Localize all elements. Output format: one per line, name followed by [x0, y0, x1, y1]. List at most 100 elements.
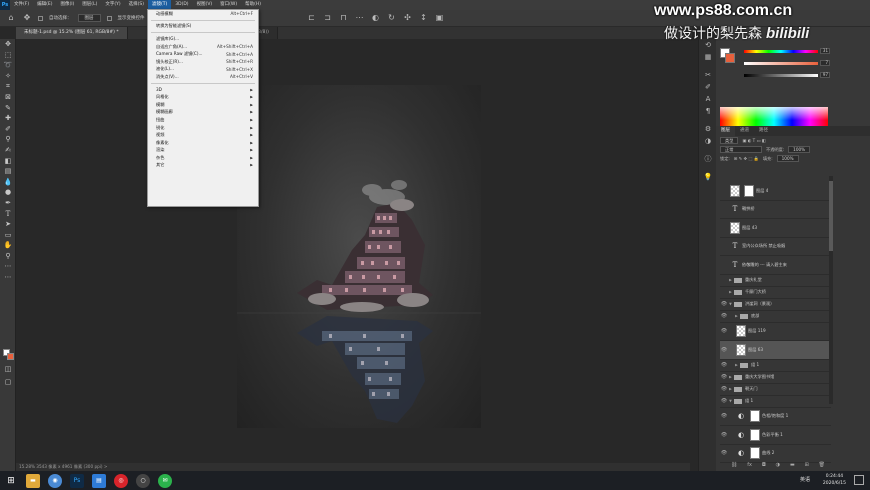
visibility-eye-icon[interactable]: 👁	[720, 386, 728, 392]
align-left-icon[interactable]: ⊏	[307, 13, 317, 23]
3d-orbit-icon[interactable]: ◐	[371, 13, 381, 23]
lasso-tool-icon[interactable]: ➰	[0, 60, 16, 71]
quick-mask-icon[interactable]: ◫	[0, 364, 16, 375]
pen-tool-icon[interactable]: ✒	[0, 198, 16, 209]
layer-mask-thumbnail[interactable]	[750, 447, 760, 460]
app-circle-icon[interactable]: ○	[136, 473, 150, 488]
file-explorer-icon[interactable]: ▬	[26, 473, 40, 488]
expand-arrow-icon[interactable]: ▶	[728, 290, 733, 294]
rectangle-tool-icon[interactable]: ▭	[0, 230, 16, 241]
tab-paths[interactable]: 路径	[754, 126, 773, 136]
blend-mode-dropdown[interactable]: 正常	[720, 146, 762, 153]
visibility-eye-icon[interactable]: 👁	[720, 347, 728, 353]
gradient-tool-icon[interactable]: ▤	[0, 166, 16, 177]
layer-style-icon[interactable]: fx	[747, 462, 752, 470]
layer-row[interactable]: 👁 ▶ 底部	[720, 311, 831, 323]
show-transform-checkbox[interactable]	[106, 15, 112, 21]
filter-menu-item[interactable]: 液化(L)... Shift+Ctrl+X	[148, 66, 258, 74]
brightness-value[interactable]: 97	[820, 72, 830, 78]
tools-preset-icon[interactable]: ✂	[699, 69, 717, 81]
move-tool-icon[interactable]: ✥	[0, 39, 16, 50]
saturation-value[interactable]: 7	[820, 60, 830, 66]
frame-tool-icon[interactable]: ⊠	[0, 92, 16, 103]
filter-menu-item[interactable]: 其它 ▶	[148, 162, 258, 170]
wechat-icon[interactable]: ✉	[158, 473, 172, 488]
lock-icons[interactable]: ⊞ ✎ ✥ ⬚ 🔒	[734, 156, 759, 162]
system-clock[interactable]: 0:24:44 2020/6/15	[823, 473, 846, 487]
blur-tool-icon[interactable]: 💧	[0, 177, 16, 188]
filter-menu-item[interactable]: 扭曲 ▶	[148, 116, 258, 124]
layer-row[interactable]: 👁 ◐ 色相/饱和度 1	[720, 408, 831, 426]
hue-value[interactable]: 31	[820, 48, 830, 54]
opacity-input[interactable]: 100%	[788, 146, 811, 153]
expand-arrow-icon[interactable]: ▶	[734, 363, 739, 367]
fill-input[interactable]: 100%	[776, 155, 799, 162]
tab-channels[interactable]: 通道	[735, 126, 754, 136]
filter-menu-item[interactable]: 像素化 ▶	[148, 139, 258, 147]
filter-menu-item[interactable]: 模糊画廊 ▶	[148, 109, 258, 117]
3d-rotate-icon[interactable]: ↻	[387, 13, 397, 23]
move-tool-icon[interactable]: ✥	[22, 13, 32, 23]
filter-menu-item[interactable]: 锐化 ▶	[148, 124, 258, 132]
brush-tool-icon[interactable]: ✐	[0, 124, 16, 135]
crop-tool-icon[interactable]: ⌗	[0, 81, 16, 92]
delete-layer-icon[interactable]: 🗑	[819, 462, 825, 470]
more-tools-icon[interactable]: ⋯	[0, 261, 16, 272]
edit-toolbar-icon[interactable]: ⋯	[0, 272, 16, 283]
history-brush-tool-icon[interactable]: ✍	[0, 145, 16, 156]
visibility-eye-icon[interactable]: 👁	[720, 374, 728, 380]
character-panel-icon[interactable]: A	[699, 93, 717, 105]
dodge-tool-icon[interactable]: ●	[0, 187, 16, 198]
document-canvas[interactable]	[237, 85, 481, 428]
menu-4[interactable]: 文字(Y)	[101, 0, 124, 10]
home-icon[interactable]: ⌂	[6, 13, 16, 23]
layer-row[interactable]: T 室内公众场所 禁止吸烟	[720, 238, 831, 256]
visibility-eye-icon[interactable]: 👁	[720, 398, 728, 404]
menu-2[interactable]: 图像(I)	[56, 0, 78, 10]
menu-0[interactable]: 文件(F)	[10, 0, 33, 10]
layer-row[interactable]: 👁 图层 119	[720, 323, 831, 341]
filter-menu-item[interactable]: 风格化 ▶	[148, 93, 258, 101]
filter-icons[interactable]: ▣ ◐ T ▭ ◧	[742, 138, 765, 143]
filter-menu-item[interactable]: 3D ▶	[148, 86, 258, 94]
color-background-swatch[interactable]	[725, 53, 735, 63]
layer-row[interactable]: 👁 ▶ 重庆大学图书馆	[720, 372, 831, 384]
3d-scale-icon[interactable]: ▣	[435, 13, 445, 23]
layer-thumbnail[interactable]	[736, 325, 746, 338]
expand-arrow-icon[interactable]: ▶	[728, 278, 733, 282]
filter-menu-item[interactable]: 渲染 ▶	[148, 147, 258, 155]
filter-menu-item[interactable]: 模糊 ▶	[148, 101, 258, 109]
path-selection-tool-icon[interactable]: ➤	[0, 219, 16, 230]
add-mask-icon[interactable]: ◘	[762, 462, 766, 470]
filter-menu-item[interactable]: 转换为智能滤镜(S)	[148, 23, 258, 31]
visibility-eye-icon[interactable]: 👁	[720, 301, 728, 307]
hand-tool-icon[interactable]: ✋	[0, 240, 16, 251]
new-group-icon[interactable]: ▬	[790, 462, 795, 470]
link-layers-icon[interactable]: ⛓	[731, 462, 737, 470]
filter-menu-item[interactable]: 滤镜库(G)...	[148, 35, 258, 43]
tab-layers[interactable]: 图层	[716, 126, 735, 136]
visibility-eye-icon[interactable]: 👁	[720, 413, 728, 419]
marquee-tool-icon[interactable]: ⬚	[0, 50, 16, 61]
layer-thumbnail[interactable]	[736, 343, 746, 356]
eraser-tool-icon[interactable]: ◧	[0, 156, 16, 167]
menu-3[interactable]: 图层(L)	[78, 0, 101, 10]
chrome-browser-icon[interactable]: ◉	[48, 473, 62, 488]
new-layer-icon[interactable]: ⊞	[805, 462, 809, 470]
layer-mask-thumbnail[interactable]	[750, 428, 760, 441]
photoshop-taskbar-icon[interactable]: Ps	[70, 473, 84, 488]
visibility-eye-icon[interactable]: 👁	[720, 432, 728, 438]
brush-panel-icon[interactable]: ✐	[699, 81, 717, 93]
filter-menu-item[interactable]: 动感模糊 Alt+Ctrl+F	[148, 10, 258, 18]
layer-thumbnail[interactable]	[730, 184, 740, 197]
swatches-panel-icon[interactable]: ▦	[699, 51, 717, 63]
learn-panel-icon[interactable]: 💡	[699, 171, 717, 183]
background-color-swatch[interactable]	[7, 353, 14, 360]
layer-row[interactable]: 👁 ◐ 色彩平衡 1	[720, 426, 831, 445]
input-language[interactable]: 英语	[800, 476, 810, 483]
layer-row[interactable]: 图层 43	[720, 219, 831, 238]
visibility-eye-icon[interactable]: 👁	[720, 362, 728, 368]
brightness-slider[interactable]: 97	[744, 72, 830, 78]
visibility-eye-icon[interactable]: 👁	[720, 450, 728, 456]
3d-slide-icon[interactable]: ↕	[419, 13, 429, 23]
